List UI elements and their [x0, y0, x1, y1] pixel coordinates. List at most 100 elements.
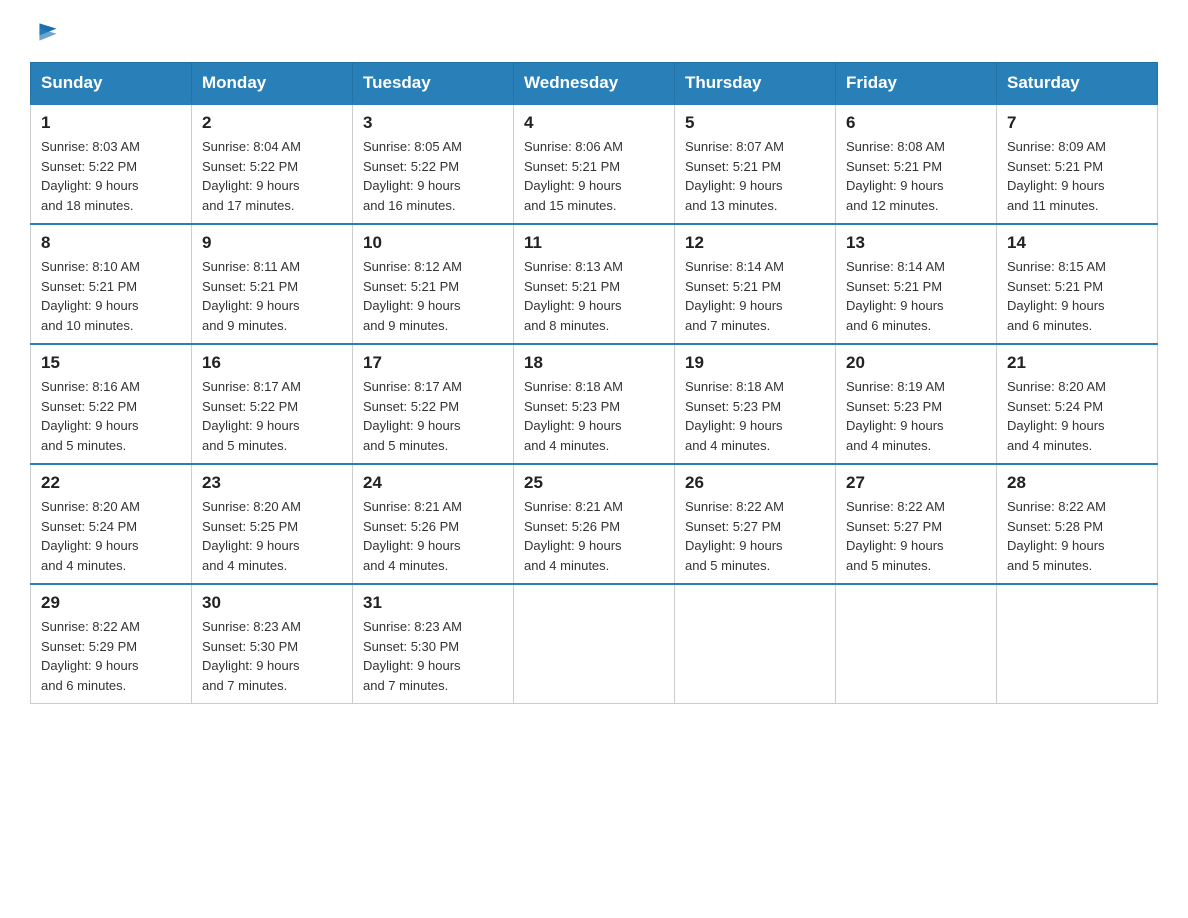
calendar-cell: 21 Sunrise: 8:20 AMSunset: 5:24 PMDayligh…	[997, 344, 1158, 464]
day-info: Sunrise: 8:20 AMSunset: 5:25 PMDaylight:…	[202, 497, 342, 575]
calendar-cell: 23 Sunrise: 8:20 AMSunset: 5:25 PMDayligh…	[192, 464, 353, 584]
day-info: Sunrise: 8:23 AMSunset: 5:30 PMDaylight:…	[363, 617, 503, 695]
day-info: Sunrise: 8:14 AMSunset: 5:21 PMDaylight:…	[846, 257, 986, 335]
day-info: Sunrise: 8:20 AMSunset: 5:24 PMDaylight:…	[41, 497, 181, 575]
day-number: 1	[41, 113, 181, 133]
day-number: 24	[363, 473, 503, 493]
calendar-cell: 15 Sunrise: 8:16 AMSunset: 5:22 PMDayligh…	[31, 344, 192, 464]
calendar-week-row: 8Sunrise: 8:10 AMSunset: 5:21 PMDaylight…	[31, 224, 1158, 344]
day-number: 25	[524, 473, 664, 493]
day-number: 10	[363, 233, 503, 253]
header-thursday: Thursday	[675, 63, 836, 105]
day-number: 23	[202, 473, 342, 493]
calendar-cell: 16 Sunrise: 8:17 AMSunset: 5:22 PMDayligh…	[192, 344, 353, 464]
day-number: 22	[41, 473, 181, 493]
header-monday: Monday	[192, 63, 353, 105]
calendar-cell	[675, 584, 836, 704]
day-info: Sunrise: 8:11 AMSunset: 5:21 PMDaylight:…	[202, 257, 342, 335]
calendar-week-row: 15 Sunrise: 8:16 AMSunset: 5:22 PMDayligh…	[31, 344, 1158, 464]
calendar-cell: 18 Sunrise: 8:18 AMSunset: 5:23 PMDayligh…	[514, 344, 675, 464]
day-info: Sunrise: 8:21 AMSunset: 5:26 PMDaylight:…	[363, 497, 503, 575]
day-info: Sunrise: 8:22 AMSunset: 5:29 PMDaylight:…	[41, 617, 181, 695]
calendar-cell: 3Sunrise: 8:05 AMSunset: 5:22 PMDaylight…	[353, 104, 514, 224]
logo	[30, 20, 60, 44]
calendar-table: SundayMondayTuesdayWednesdayThursdayFrid…	[30, 62, 1158, 704]
day-number: 2	[202, 113, 342, 133]
day-number: 5	[685, 113, 825, 133]
day-number: 16	[202, 353, 342, 373]
day-number: 4	[524, 113, 664, 133]
calendar-cell	[997, 584, 1158, 704]
day-number: 29	[41, 593, 181, 613]
calendar-cell	[836, 584, 997, 704]
day-number: 7	[1007, 113, 1147, 133]
day-info: Sunrise: 8:22 AMSunset: 5:27 PMDaylight:…	[685, 497, 825, 575]
calendar-cell: 11 Sunrise: 8:13 AMSunset: 5:21 PMDayligh…	[514, 224, 675, 344]
day-number: 9	[202, 233, 342, 253]
logo-lockup	[30, 20, 60, 44]
day-number: 21	[1007, 353, 1147, 373]
calendar-cell: 6 Sunrise: 8:08 AMSunset: 5:21 PMDaylight…	[836, 104, 997, 224]
day-info: Sunrise: 8:04 AMSunset: 5:22 PMDaylight:…	[202, 137, 342, 215]
day-info: Sunrise: 8:07 AMSunset: 5:21 PMDaylight:…	[685, 137, 825, 215]
day-info: Sunrise: 8:09 AMSunset: 5:21 PMDaylight:…	[1007, 137, 1147, 215]
day-number: 31	[363, 593, 503, 613]
day-number: 18	[524, 353, 664, 373]
calendar-cell: 22 Sunrise: 8:20 AMSunset: 5:24 PMDayligh…	[31, 464, 192, 584]
day-info: Sunrise: 8:08 AMSunset: 5:21 PMDaylight:…	[846, 137, 986, 215]
calendar-cell: 19Sunrise: 8:18 AMSunset: 5:23 PMDayligh…	[675, 344, 836, 464]
day-number: 13	[846, 233, 986, 253]
day-info: Sunrise: 8:20 AMSunset: 5:24 PMDaylight:…	[1007, 377, 1147, 455]
day-info: Sunrise: 8:14 AMSunset: 5:21 PMDaylight:…	[685, 257, 825, 335]
day-number: 14	[1007, 233, 1147, 253]
day-info: Sunrise: 8:17 AMSunset: 5:22 PMDaylight:…	[363, 377, 503, 455]
calendar-cell: 9 Sunrise: 8:11 AMSunset: 5:21 PMDaylight…	[192, 224, 353, 344]
page-header	[30, 20, 1158, 44]
calendar-week-row: 22 Sunrise: 8:20 AMSunset: 5:24 PMDayligh…	[31, 464, 1158, 584]
calendar-week-row: 29 Sunrise: 8:22 AMSunset: 5:29 PMDayligh…	[31, 584, 1158, 704]
day-info: Sunrise: 8:16 AMSunset: 5:22 PMDaylight:…	[41, 377, 181, 455]
calendar-header-row: SundayMondayTuesdayWednesdayThursdayFrid…	[31, 63, 1158, 105]
calendar-cell: 1 Sunrise: 8:03 AMSunset: 5:22 PMDaylight…	[31, 104, 192, 224]
calendar-cell: 12Sunrise: 8:14 AMSunset: 5:21 PMDayligh…	[675, 224, 836, 344]
calendar-cell: 27Sunrise: 8:22 AMSunset: 5:27 PMDayligh…	[836, 464, 997, 584]
calendar-cell: 2 Sunrise: 8:04 AMSunset: 5:22 PMDaylight…	[192, 104, 353, 224]
day-info: Sunrise: 8:12 AMSunset: 5:21 PMDaylight:…	[363, 257, 503, 335]
day-number: 3	[363, 113, 503, 133]
day-info: Sunrise: 8:22 AMSunset: 5:28 PMDaylight:…	[1007, 497, 1147, 575]
day-info: Sunrise: 8:19 AMSunset: 5:23 PMDaylight:…	[846, 377, 986, 455]
day-info: Sunrise: 8:06 AMSunset: 5:21 PMDaylight:…	[524, 137, 664, 215]
calendar-cell: 31 Sunrise: 8:23 AMSunset: 5:30 PMDayligh…	[353, 584, 514, 704]
calendar-cell: 24 Sunrise: 8:21 AMSunset: 5:26 PMDayligh…	[353, 464, 514, 584]
calendar-cell: 30 Sunrise: 8:23 AMSunset: 5:30 PMDayligh…	[192, 584, 353, 704]
header-sunday: Sunday	[31, 63, 192, 105]
day-info: Sunrise: 8:18 AMSunset: 5:23 PMDaylight:…	[524, 377, 664, 455]
calendar-cell: 5 Sunrise: 8:07 AMSunset: 5:21 PMDaylight…	[675, 104, 836, 224]
day-info: Sunrise: 8:10 AMSunset: 5:21 PMDaylight:…	[41, 257, 181, 335]
day-info: Sunrise: 8:22 AMSunset: 5:27 PMDaylight:…	[846, 497, 986, 575]
day-number: 30	[202, 593, 342, 613]
calendar-cell: 7 Sunrise: 8:09 AMSunset: 5:21 PMDaylight…	[997, 104, 1158, 224]
day-number: 11	[524, 233, 664, 253]
day-info: Sunrise: 8:23 AMSunset: 5:30 PMDaylight:…	[202, 617, 342, 695]
calendar-cell: 4 Sunrise: 8:06 AMSunset: 5:21 PMDaylight…	[514, 104, 675, 224]
calendar-cell: 28Sunrise: 8:22 AMSunset: 5:28 PMDayligh…	[997, 464, 1158, 584]
calendar-cell: 13 Sunrise: 8:14 AMSunset: 5:21 PMDayligh…	[836, 224, 997, 344]
calendar-cell: 20 Sunrise: 8:19 AMSunset: 5:23 PMDayligh…	[836, 344, 997, 464]
day-number: 20	[846, 353, 986, 373]
day-info: Sunrise: 8:17 AMSunset: 5:22 PMDaylight:…	[202, 377, 342, 455]
calendar-cell: 10 Sunrise: 8:12 AMSunset: 5:21 PMDayligh…	[353, 224, 514, 344]
day-number: 19	[685, 353, 825, 373]
calendar-cell: 25Sunrise: 8:21 AMSunset: 5:26 PMDayligh…	[514, 464, 675, 584]
calendar-cell	[514, 584, 675, 704]
day-info: Sunrise: 8:03 AMSunset: 5:22 PMDaylight:…	[41, 137, 181, 215]
logo-flag-icon	[36, 20, 60, 44]
header-tuesday: Tuesday	[353, 63, 514, 105]
day-number: 6	[846, 113, 986, 133]
calendar-cell: 26Sunrise: 8:22 AMSunset: 5:27 PMDayligh…	[675, 464, 836, 584]
day-number: 15	[41, 353, 181, 373]
calendar-cell: 29 Sunrise: 8:22 AMSunset: 5:29 PMDayligh…	[31, 584, 192, 704]
calendar-cell: 8Sunrise: 8:10 AMSunset: 5:21 PMDaylight…	[31, 224, 192, 344]
day-info: Sunrise: 8:15 AMSunset: 5:21 PMDaylight:…	[1007, 257, 1147, 335]
day-info: Sunrise: 8:13 AMSunset: 5:21 PMDaylight:…	[524, 257, 664, 335]
